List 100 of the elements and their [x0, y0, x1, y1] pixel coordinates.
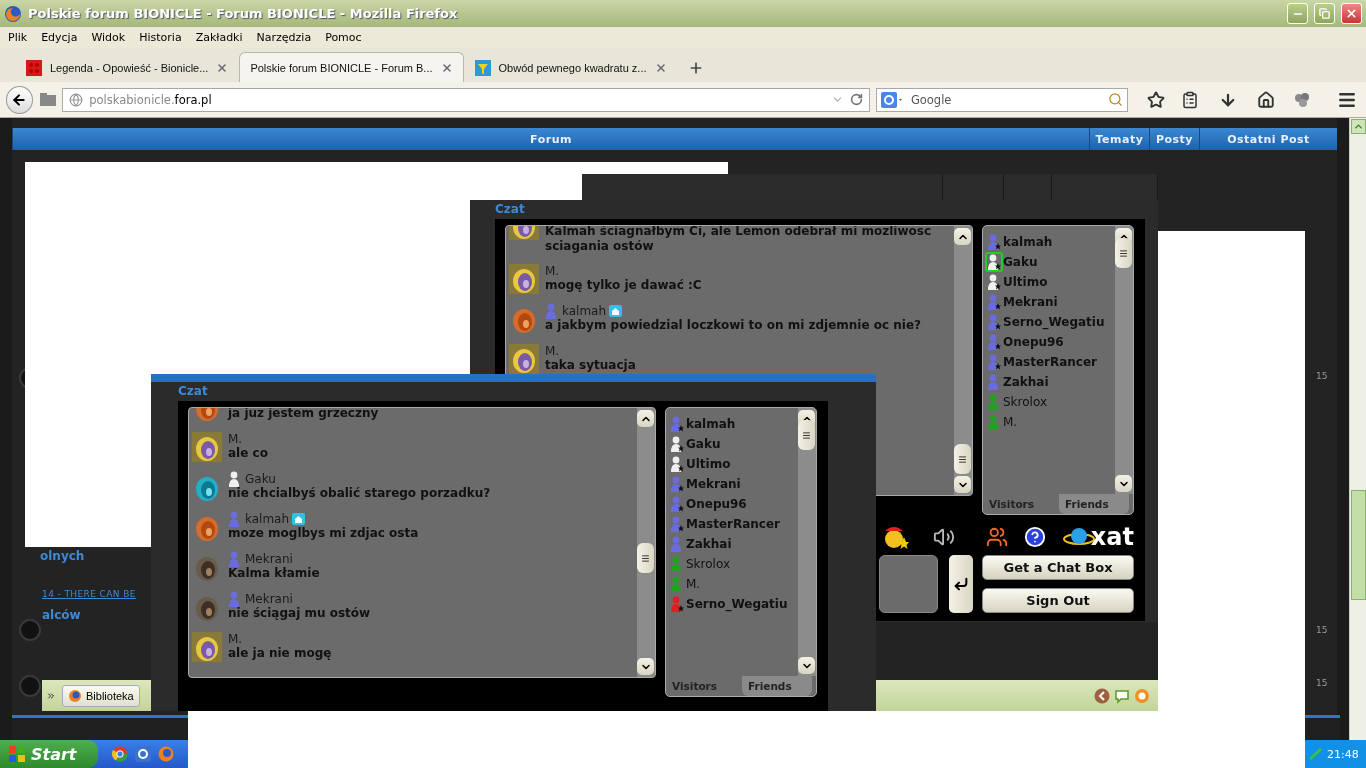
brick-icon [26, 59, 42, 76]
users-icon[interactable] [986, 526, 1008, 548]
funnel-icon [474, 59, 491, 76]
column-header: Forum [12, 128, 1089, 150]
enter-icon[interactable] [953, 576, 969, 592]
windows-logo-icon[interactable] [8, 745, 26, 763]
scrollbar[interactable] [954, 226, 972, 495]
user-name[interactable]: Gaku [1003, 255, 1038, 269]
menu-item[interactable]: Zakładki [195, 31, 243, 44]
chat-button[interactable]: Get a Chat Box [982, 555, 1134, 580]
user-name: Mekrani [245, 592, 293, 606]
user-name[interactable]: Zakhai [1003, 375, 1049, 389]
chrome-icon[interactable] [112, 746, 128, 762]
user-name[interactable]: kalmah [1003, 235, 1053, 249]
message-text: Kalmah ściagnałbym Ci, ale Lemon odebrał mi mozliwosc sciagania ostów [545, 226, 933, 254]
user-name[interactable]: Ultimo [1003, 275, 1048, 289]
user-name[interactable]: kalmah [686, 417, 736, 431]
browser-tab[interactable]: Obwód pewnego kwadratu z... [463, 52, 678, 82]
user-name[interactable]: MasterRancer [1003, 355, 1098, 369]
chat-title: Czat [495, 201, 525, 218]
back-circle-icon[interactable] [1094, 687, 1110, 704]
list-tab[interactable]: Friends [742, 676, 812, 696]
user-name[interactable]: Mekrani [686, 477, 741, 491]
avatar [509, 264, 539, 294]
user-name[interactable]: M. [686, 577, 701, 591]
globe-icon [69, 92, 84, 107]
user-name[interactable]: Ultimo [686, 457, 731, 471]
speaker-icon[interactable] [933, 526, 955, 548]
reload-icon[interactable] [849, 93, 863, 106]
restore-button[interactable] [1314, 3, 1335, 24]
address-field[interactable]: polskabionicle.fora.pl [62, 87, 870, 112]
avatar [509, 344, 539, 374]
chevron-icon[interactable] [46, 690, 56, 701]
menu-item[interactable]: Historia [139, 31, 182, 44]
user-name: kalmah [562, 304, 607, 318]
library-button[interactable]: Biblioteka [62, 684, 140, 707]
forum-name[interactable]: olnych [40, 549, 85, 563]
search-icon[interactable] [1108, 92, 1123, 107]
message-text: ale ja nie mogę [228, 646, 333, 661]
message-text: taka sytuacja [545, 358, 637, 373]
start-button[interactable]: Start [0, 740, 98, 768]
user-name[interactable]: Onepu96 [1003, 335, 1064, 349]
user-name[interactable]: Skrolox [1003, 395, 1047, 409]
message-text: Kalma kłamie [228, 566, 321, 581]
grip-icon[interactable] [802, 430, 811, 440]
user-name: M. [228, 632, 243, 646]
grip-icon[interactable] [958, 454, 967, 464]
message-text: ale co [228, 446, 269, 461]
chat-button[interactable]: Sign Out [982, 588, 1134, 613]
logo-text: xat [1090, 523, 1134, 551]
speech-bubble-icon[interactable] [1114, 687, 1130, 704]
list-tab[interactable]: Friends [1059, 494, 1129, 514]
user-name[interactable]: M. [1003, 415, 1018, 429]
user-name[interactable]: Onepu96 [686, 497, 747, 511]
grip-icon[interactable] [641, 553, 650, 563]
page-scrollbar[interactable] [1349, 118, 1366, 740]
page-icon[interactable] [39, 92, 57, 107]
scrollbar[interactable] [1115, 226, 1133, 494]
user-name[interactable]: MasterRancer [686, 517, 781, 531]
menu-item[interactable]: Widok [91, 31, 126, 44]
clock: 21:48 [1327, 747, 1359, 761]
user-name[interactable]: Skrolox [686, 557, 730, 571]
browser-tab[interactable]: Polskie forum BIONICLE - Forum B... [239, 52, 464, 82]
user-name: Gaku [245, 472, 276, 486]
close-tab-icon[interactable] [216, 61, 229, 74]
user-name: M. [228, 432, 243, 446]
close-tab-icon[interactable] [654, 61, 667, 74]
menu-item[interactable]: Narzędzia [256, 31, 312, 44]
message-text: ja juz jestem grzeczny [228, 408, 380, 421]
message-text: a jakbym powiedzial loczkowi to on mi zdjemnie oc nie? [545, 318, 923, 333]
menu-item[interactable]: Pomoc [325, 31, 362, 44]
browser-logo-icon [4, 4, 22, 23]
grip-icon[interactable] [1119, 248, 1128, 258]
send-button[interactable] [949, 555, 973, 613]
scrollbar[interactable] [637, 408, 655, 677]
close-tab-icon[interactable] [440, 61, 453, 74]
user-name[interactable]: Serno_Wegatiu [1003, 315, 1105, 329]
topic-link[interactable]: 14 - THERE CAN BE [42, 589, 136, 599]
user-name[interactable]: Zakhai [686, 537, 732, 551]
message-input[interactable] [879, 555, 938, 613]
smiley-icon[interactable] [883, 525, 909, 549]
search-box[interactable]: Google [875, 87, 1128, 112]
search-field[interactable]: Google [908, 91, 1104, 108]
browser-icon[interactable] [135, 746, 151, 762]
browser-tab[interactable]: Legenda - Opowieść - Bionicle... [15, 52, 240, 82]
user-name[interactable]: Serno_Wegatiu [686, 597, 788, 611]
scrollbar[interactable] [798, 408, 816, 676]
scroll-thumb[interactable] [1351, 490, 1366, 600]
browser-logo-icon[interactable] [68, 688, 82, 703]
avatar [192, 632, 222, 662]
chat-title: Czat [178, 383, 208, 400]
search-engine-icon[interactable] [880, 91, 905, 108]
menu-item[interactable]: Edycja [41, 31, 78, 44]
forum-name[interactable]: alców [42, 608, 81, 622]
avatar [192, 432, 222, 462]
help-icon[interactable] [1024, 526, 1047, 548]
menu-item[interactable]: Plik [8, 31, 28, 44]
user-name[interactable]: Mekrani [1003, 295, 1058, 309]
user-name[interactable]: Gaku [686, 437, 721, 451]
back-button[interactable] [6, 85, 33, 114]
